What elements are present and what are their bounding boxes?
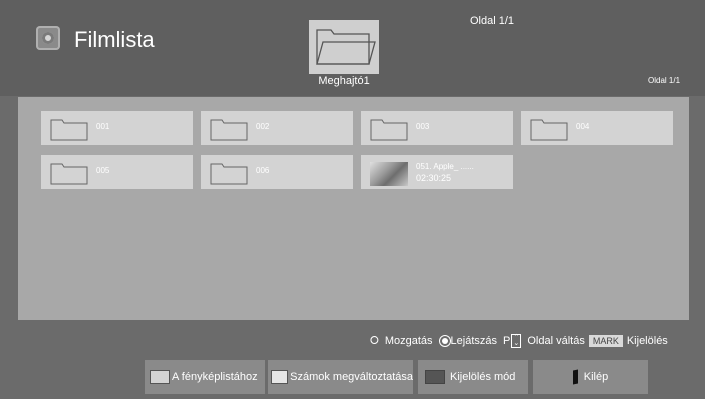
- file-list: 001 002 003 004 005 006 051. Apple_ ....…: [18, 97, 689, 320]
- key-hints: ⭘ Mozgatás Lejátszás P ⌃ ⌄ Oldal váltás M…: [370, 334, 668, 348]
- change-numbers-label: Számok megváltoztatása: [290, 371, 413, 383]
- hint-page-change: Oldal váltás: [527, 335, 585, 347]
- folder-item-002[interactable]: 002: [201, 111, 353, 145]
- mark-mode-button[interactable]: Kijelölés mód: [418, 360, 528, 394]
- folder-item-006[interactable]: 006: [201, 155, 353, 189]
- folder-label: 001: [96, 122, 110, 131]
- video-title: 051. Apple_ ......: [416, 162, 474, 171]
- page-title: Filmlista: [74, 27, 155, 52]
- video-item[interactable]: 051. Apple_ ...... 02:30:25: [361, 155, 513, 189]
- photo-list-button[interactable]: A fényképlistához: [145, 360, 265, 394]
- folder-label: 006: [256, 166, 270, 175]
- video-thumbnail: [370, 162, 408, 186]
- page-indicator-top: Oldal 1/1: [470, 15, 515, 27]
- red-key-icon: [150, 370, 170, 384]
- folder-icon: [210, 163, 248, 185]
- folder-icon: [316, 29, 376, 65]
- folder-item-004[interactable]: 004: [521, 111, 673, 145]
- hint-move: Mozgatás: [384, 335, 433, 347]
- video-duration: 02:30:25: [416, 173, 452, 183]
- exit-button[interactable]: Kilép: [533, 360, 648, 394]
- folder-label: 005: [96, 166, 110, 175]
- header-bar: Filmlista Meghajtó1 Oldal 1/1 Oldal 1/1: [0, 0, 705, 96]
- mark-mode-label: Kijelölés mód: [450, 371, 516, 383]
- change-numbers-button[interactable]: Számok megváltoztatása: [268, 360, 413, 394]
- hint-play: Lejátszás: [450, 335, 497, 347]
- folder-item-001[interactable]: 001: [41, 111, 193, 145]
- exit-label: Kilép: [583, 371, 609, 383]
- hint-p: P: [503, 335, 511, 347]
- folder-item-003[interactable]: 003: [361, 111, 513, 145]
- folder-label: 004: [576, 122, 590, 131]
- folder-icon: [530, 119, 568, 141]
- film-reel-icon: [36, 26, 60, 50]
- page-up-down-icon: ⌃ ⌄: [511, 334, 522, 348]
- folder-icon: [370, 119, 408, 141]
- drive-label: Meghajtó1: [318, 75, 370, 87]
- folder-label: 003: [416, 122, 430, 131]
- folder-item-005[interactable]: 005: [41, 155, 193, 189]
- photo-list-label: A fényképlistához: [172, 371, 258, 383]
- drive-folder-button[interactable]: [309, 20, 379, 74]
- folder-icon: [210, 119, 248, 141]
- move-arrows-icon: ⭘: [370, 334, 379, 347]
- exit-icon: [572, 369, 578, 385]
- folder-icon: [50, 119, 88, 141]
- folder-icon: [50, 163, 88, 185]
- ok-button-icon: [438, 335, 451, 347]
- folder-label: 002: [256, 122, 270, 131]
- page-indicator: Oldal 1/1: [648, 76, 681, 85]
- green-key-icon: [271, 370, 289, 384]
- mark-key-badge: MARK: [588, 335, 623, 347]
- yellow-key-icon: [425, 370, 445, 384]
- hint-mark: Kijelölés: [626, 335, 668, 347]
